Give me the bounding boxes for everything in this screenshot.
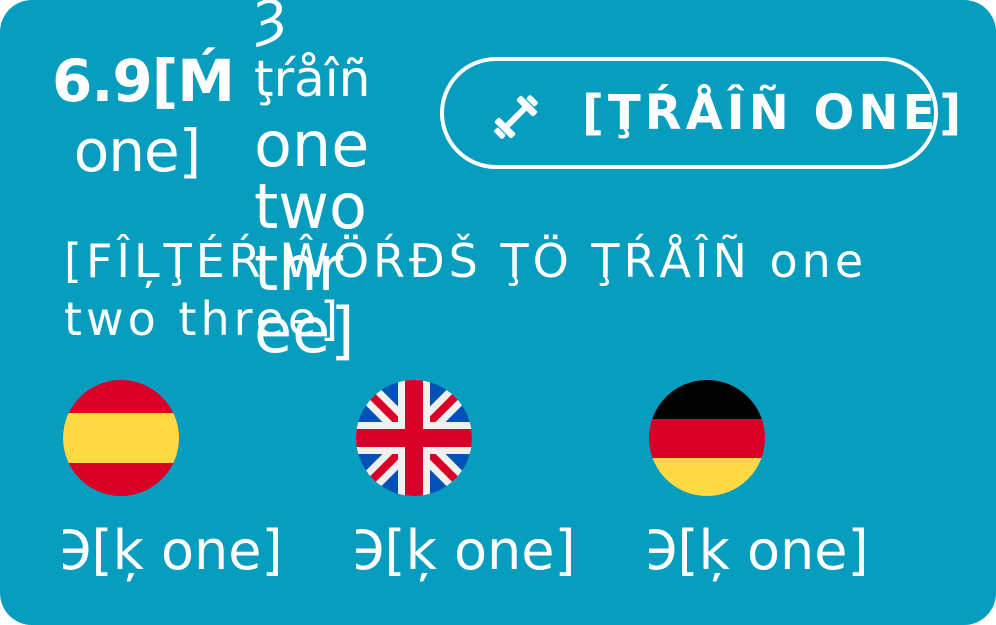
language-label-english: Ə[ķ one]: [356, 520, 576, 582]
stats-value: 6.9[Ḿ: [52, 47, 235, 115]
uk-flag-icon[interactable]: [356, 380, 472, 496]
filter-description: [FÎĻŢÉŔ ŴÖŔĐŠ ŢÖ ŢŔÅÎÑ one two three]: [64, 234, 868, 346]
stats-block: 6.9[Ḿ one]: [52, 46, 235, 186]
train-button[interactable]: [ŢŔÅÎÑ ONE]: [440, 57, 961, 169]
language-label-spanish: Ə[ķ one]: [63, 520, 283, 582]
train-card: 6.9[Ḿ one] ȝ ţŕåîñ one two thr ee] [ŢŔÅÎ…: [0, 0, 996, 625]
train-button-label: [ŢŔÅÎÑ ONE]: [582, 85, 966, 141]
words-label-line: ȝ: [254, 0, 287, 49]
language-label-german: Ə[ķ one]: [649, 520, 869, 582]
dumbbell-icon: [488, 89, 544, 145]
germany-flag-icon[interactable]: [649, 380, 765, 496]
words-label-line: ţŕåîñ: [254, 50, 371, 108]
words-label-line: two: [254, 170, 367, 243]
stats-unit: one]: [73, 117, 202, 185]
spain-flag-icon[interactable]: [63, 380, 179, 496]
words-label-line: one: [254, 108, 370, 181]
